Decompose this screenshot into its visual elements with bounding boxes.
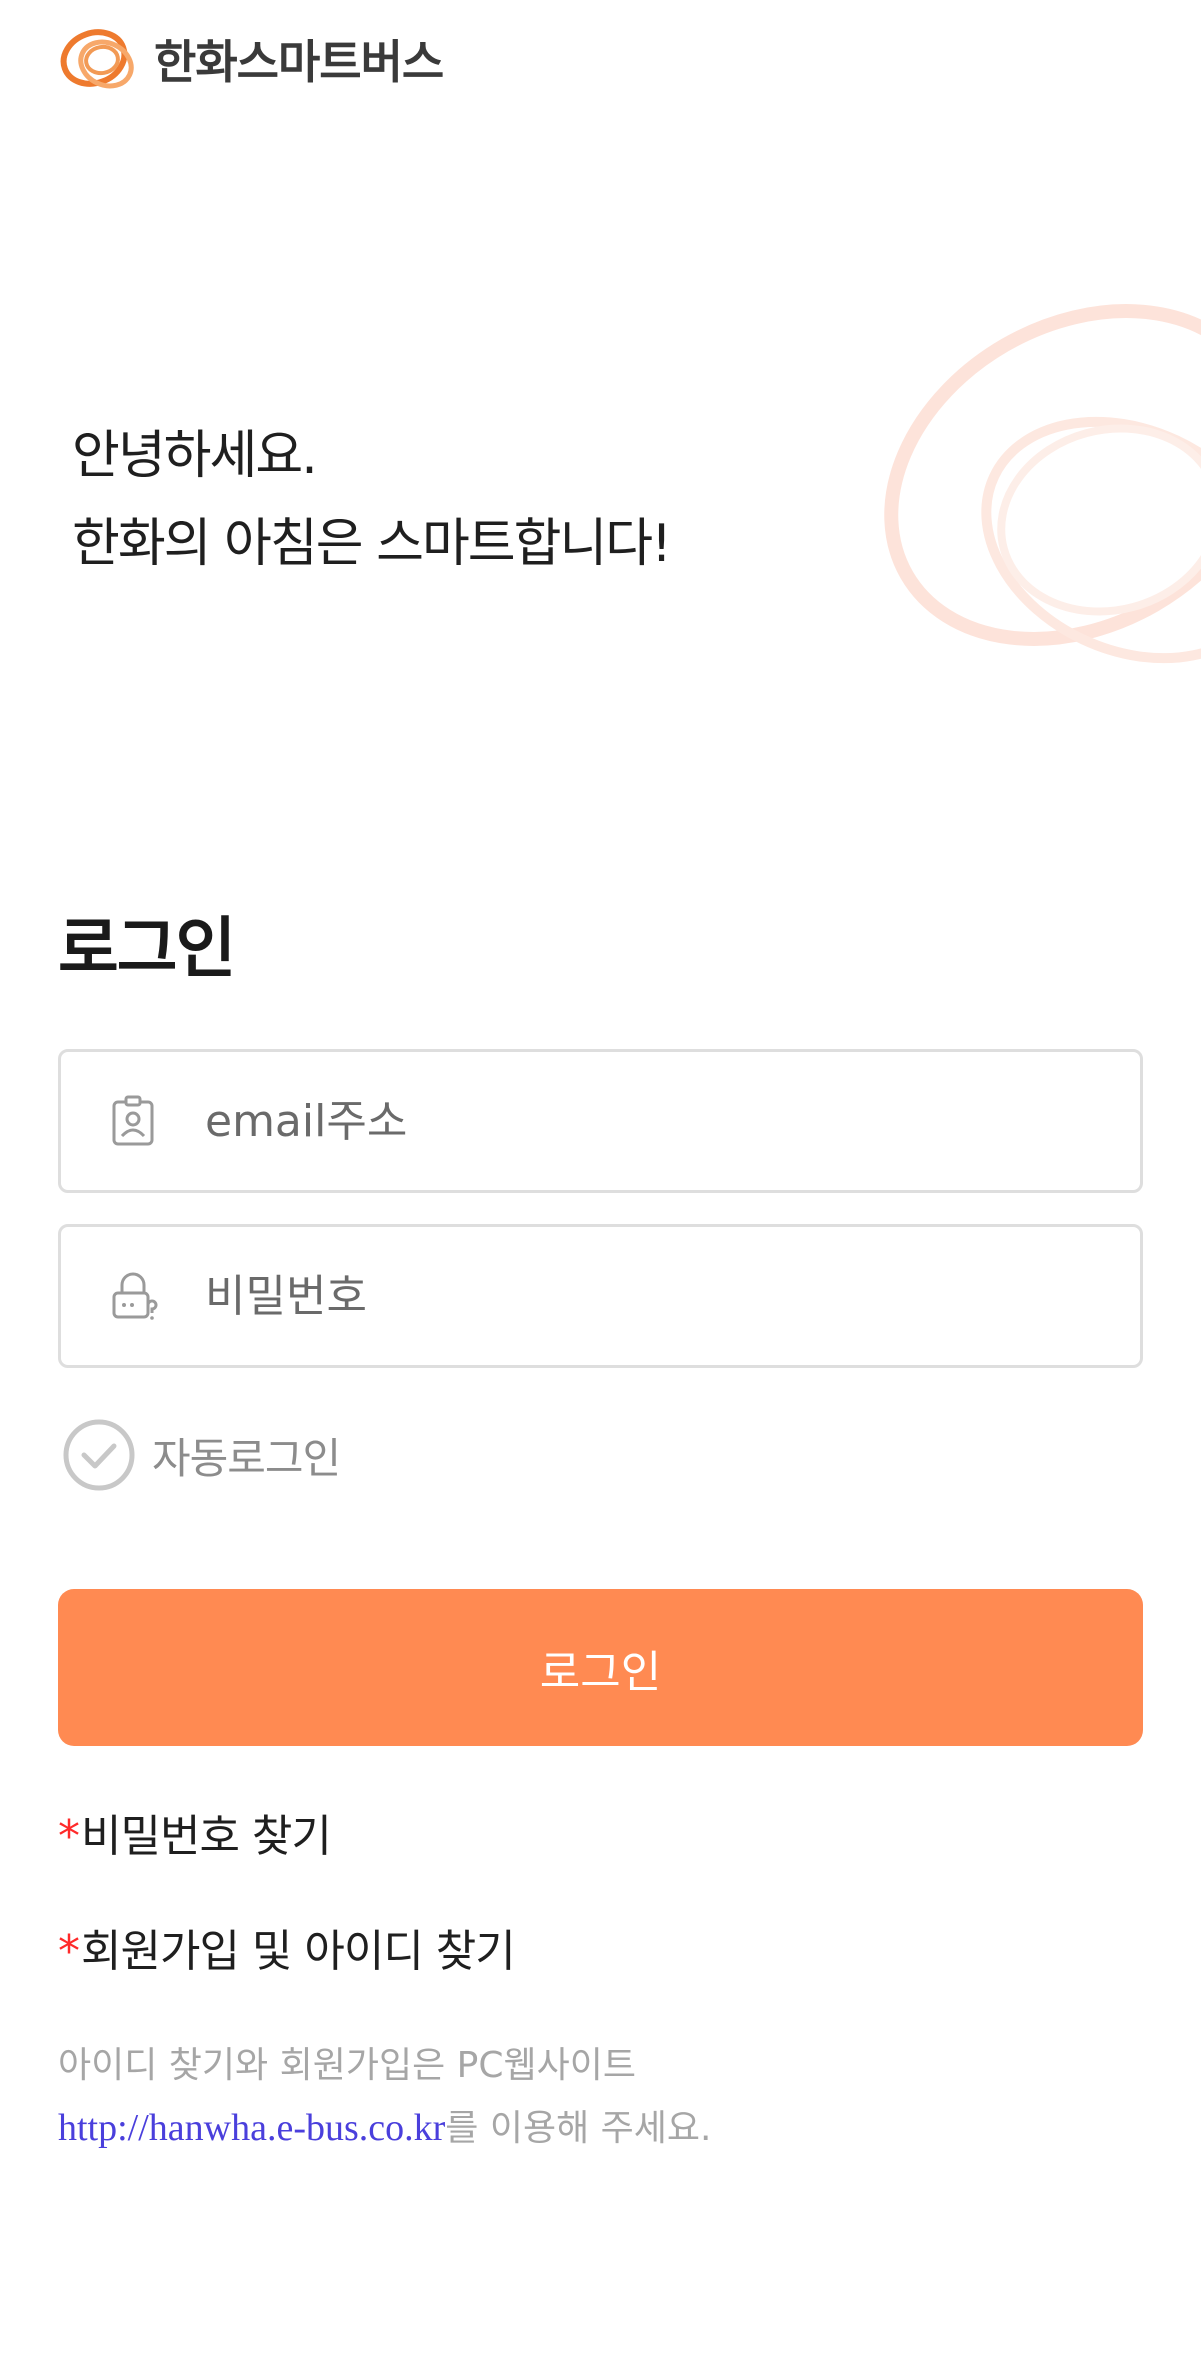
greeting-line-2: 한화의 아침은 스마트합니다! — [72, 514, 672, 574]
login-button[interactable]: 로그인 — [58, 1589, 1143, 1746]
pc-website-notice: 아이디 찾기와 회원가입은 PC웹사이트 http://hanwha.e-bus… — [58, 2034, 1158, 2160]
email-input[interactable] — [205, 1052, 1140, 1190]
asterisk-mark: * — [58, 1926, 80, 1977]
greeting: 안녕하세요. 한화의 아침은 스마트합니다! — [72, 412, 672, 588]
auto-login-label: 자동로그인 — [152, 1433, 341, 1483]
brand-name: 한화스마트버스 — [154, 35, 444, 89]
notice-line-1: 아이디 찾기와 회원가입은 PC웹사이트 — [58, 2034, 1158, 2097]
find-password-link[interactable]: *비밀번호 찾기 — [58, 1800, 332, 1864]
signup-find-id-link[interactable]: *회원가입 및 아이디 찾기 — [58, 1915, 516, 1979]
email-field[interactable] — [58, 1049, 1143, 1193]
password-field[interactable] — [58, 1224, 1143, 1368]
login-page: 한화스마트버스 안녕하세요. 한화의 아침은 스마트합니다! 로그인 email… — [0, 0, 1201, 2368]
password-input[interactable] — [205, 1227, 1140, 1365]
lock-icon — [112, 1272, 158, 1320]
check-circle-icon[interactable] — [62, 1418, 136, 1492]
notice-line-2: http://hanwha.e-bus.co.kr를 이용해 주세요. — [58, 2097, 1158, 2160]
auto-login-checkbox[interactable]: 자동로그인 — [62, 1418, 341, 1492]
greeting-line-1: 안녕하세요. — [72, 426, 318, 486]
hanwha-logo-icon — [60, 29, 134, 89]
notice-text-2: 를 이용해 주세요. — [445, 2108, 712, 2149]
notice-text-1: 아이디 찾기와 회원가입은 PC웹사이트 — [58, 2045, 636, 2086]
pc-website-link[interactable]: http://hanwha.e-bus.co.kr — [58, 2107, 445, 2149]
header: 한화스마트버스 — [58, 20, 444, 98]
id-badge-icon — [112, 1095, 154, 1146]
login-title: 로그인 — [58, 910, 236, 987]
asterisk-mark: * — [58, 1811, 80, 1862]
find-password-label: 비밀번호 찾기 — [81, 1811, 332, 1862]
signup-find-id-label: 회원가입 및 아이디 찾기 — [81, 1926, 516, 1977]
decorative-rings-icon — [884, 304, 1201, 664]
